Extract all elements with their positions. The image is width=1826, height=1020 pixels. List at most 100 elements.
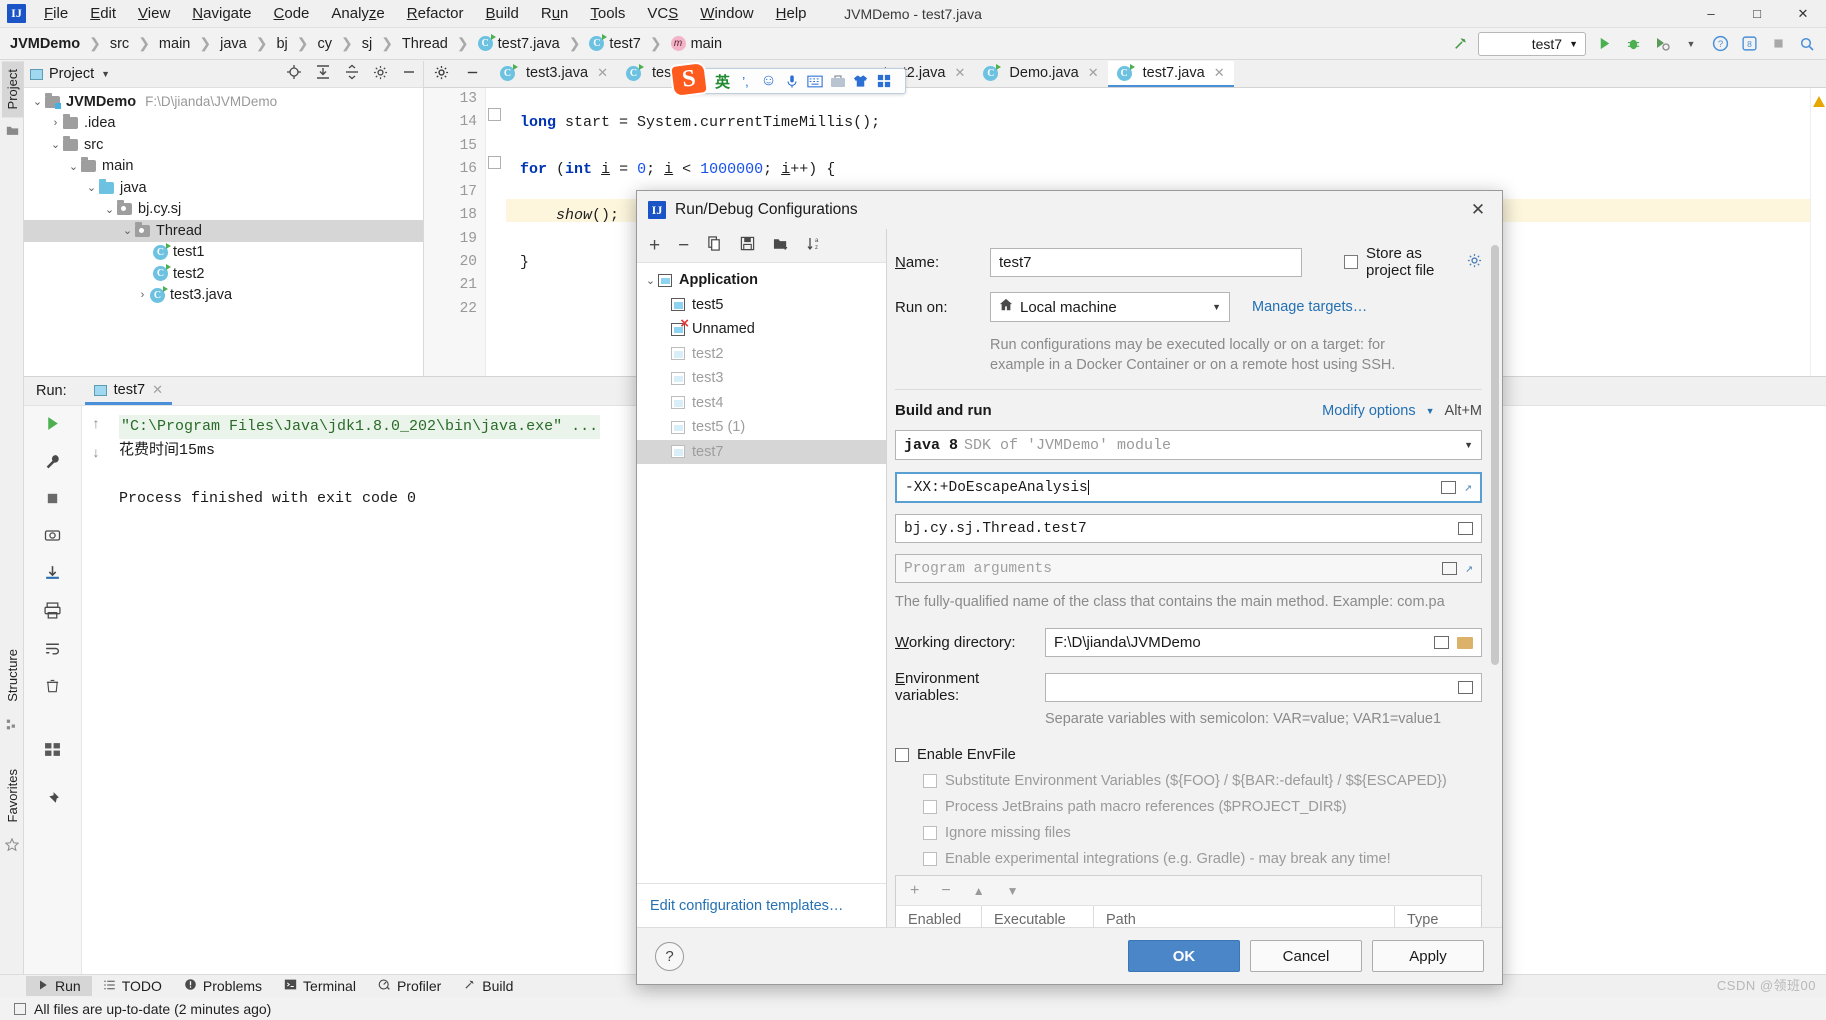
breadcrumb-test7-java[interactable]: C test7.java [476, 34, 562, 54]
voice-icon[interactable] [782, 72, 801, 91]
minimize-button[interactable]: – [1688, 0, 1734, 28]
name-input[interactable]: test7 [990, 247, 1302, 277]
tree-row-idea[interactable]: › .idea [24, 113, 423, 135]
debug-icon[interactable] [1622, 33, 1644, 55]
expand-editor-icon[interactable] [1442, 562, 1458, 575]
keyboard-icon[interactable] [805, 72, 824, 91]
ok-button[interactable]: OK [1128, 940, 1240, 972]
breadcrumb-src[interactable]: src [108, 34, 131, 54]
config-item-test3[interactable]: test3 [637, 366, 886, 391]
warning-icon[interactable] [1812, 96, 1825, 107]
help-icon[interactable]: ? [1709, 33, 1731, 55]
rail-tab-structure[interactable]: Structure [2, 641, 23, 710]
dialog-scrollbar[interactable] [1491, 245, 1499, 665]
menu-window[interactable]: Window [689, 2, 764, 25]
chevron-down-icon[interactable]: ▼ [1212, 302, 1221, 312]
settings-icon[interactable] [434, 65, 449, 84]
menu-run[interactable]: Run [530, 2, 580, 25]
menu-refactor[interactable]: Refactor [396, 2, 475, 25]
gear-icon[interactable] [1467, 253, 1482, 271]
tree-row-main[interactable]: ⌄ main [24, 156, 423, 178]
add-icon[interactable]: + [910, 882, 919, 900]
close-icon[interactable]: ✕ [152, 382, 163, 398]
tree-row-package-bjcysj[interactable]: ⌄ bj.cy.sj [24, 199, 423, 221]
emoji-icon[interactable]: ☺ [759, 72, 778, 91]
bottom-tab-run[interactable]: Run [26, 976, 92, 996]
environment-variables-input[interactable] [1045, 672, 1482, 702]
config-item-test4[interactable]: test4 [637, 391, 886, 416]
chevron-down-icon[interactable]: ▼ [1426, 406, 1435, 416]
bottom-tab-terminal[interactable]: Terminal [273, 976, 367, 996]
collapse-all-icon[interactable] [344, 64, 360, 84]
copy-icon[interactable] [707, 236, 722, 255]
process-path-macros-checkbox[interactable] [923, 800, 937, 814]
notifications-icon[interactable]: 8 [1738, 33, 1760, 55]
camera-icon[interactable] [44, 527, 61, 547]
remove-icon[interactable]: − [941, 882, 950, 900]
dialog-close-button[interactable]: ✕ [1465, 197, 1491, 223]
run-tab-test7[interactable]: test7 ✕ [84, 377, 172, 405]
chevron-down-icon[interactable]: ▼ [101, 69, 110, 79]
configurations-list[interactable]: ⌄ Application test5 Unnamed test2 [637, 263, 886, 883]
bottom-tab-todo[interactable]: TODO [92, 976, 173, 996]
tree-row-test1[interactable]: C test1 [24, 242, 423, 264]
menu-analyze[interactable]: Analyze [320, 2, 395, 25]
menu-code[interactable]: Code [263, 2, 321, 25]
add-icon[interactable]: + [649, 235, 660, 257]
move-up-icon[interactable]: ▲ [973, 884, 985, 898]
browse-folder-icon[interactable] [1457, 636, 1473, 649]
window-controls[interactable]: – □ ✕ [1688, 0, 1826, 28]
expand-all-icon[interactable] [315, 64, 331, 84]
menu-view[interactable]: View [127, 2, 181, 25]
star-icon[interactable] [4, 838, 20, 856]
project-tree[interactable]: ⌄ JVMDemo F:\D\jianda\JVMDemo › .idea ⌄ … [24, 88, 423, 306]
fold-marker-icon[interactable] [488, 156, 501, 169]
chevron-down-icon[interactable]: ⌄ [120, 224, 135, 237]
ime-mode-icon[interactable]: 英 [713, 72, 732, 91]
editor-tab-test7[interactable]: C test7.java ✕ [1107, 61, 1234, 87]
enable-envfile-checkbox[interactable] [895, 748, 909, 762]
stop-icon[interactable] [45, 491, 60, 510]
ignore-missing-files-checkbox[interactable] [923, 826, 937, 840]
soft-wrap-icon[interactable] [44, 640, 61, 661]
run-config-selector[interactable]: test7 ▼ [1478, 31, 1586, 56]
expand-arrows-icon[interactable]: ↗ [1465, 561, 1473, 576]
run-with-coverage-icon[interactable] [1651, 33, 1673, 55]
manage-targets-link[interactable]: Manage targets… [1252, 299, 1367, 315]
chevron-down-icon[interactable]: ⌄ [66, 160, 81, 173]
hide-icon[interactable] [401, 64, 417, 84]
help-button[interactable]: ? [655, 941, 684, 971]
punctuation-icon[interactable]: ’, [736, 72, 755, 91]
expand-arrows-icon[interactable]: ↗ [1464, 480, 1472, 495]
modify-options-link[interactable]: Modify options [1322, 403, 1416, 419]
tree-row-java[interactable]: ⌄ java [24, 177, 423, 199]
breadcrumb-main[interactable]: main [157, 34, 192, 54]
browse-class-icon[interactable] [1458, 522, 1473, 535]
breadcrumb-cy[interactable]: cy [315, 34, 334, 54]
move-down-icon[interactable]: ▼ [1007, 884, 1019, 898]
config-group-application[interactable]: ⌄ Application [637, 268, 886, 293]
program-arguments-input[interactable]: Program arguments ↗ [895, 554, 1482, 583]
breadcrumb-thread[interactable]: Thread [400, 34, 450, 54]
main-menu[interactable]: File Edit View Navigate Code Analyze Ref… [33, 2, 818, 25]
chevron-right-icon[interactable]: › [48, 117, 63, 129]
rail-tab-favorites[interactable]: Favorites [2, 761, 23, 830]
search-icon[interactable] [1796, 33, 1818, 55]
bottom-tab-problems[interactable]: Problems [173, 976, 273, 996]
chevron-down-icon[interactable]: ⌄ [84, 181, 99, 194]
breadcrumb-bj[interactable]: bj [274, 34, 289, 54]
browse-env-icon[interactable] [1458, 680, 1473, 694]
chevron-down-icon[interactable]: ⌄ [48, 138, 63, 151]
wrench-icon[interactable] [44, 453, 61, 474]
close-icon[interactable]: ✕ [1214, 65, 1225, 81]
substitute-env-vars-row[interactable]: Substitute Environment Variables (${FOO}… [923, 773, 1482, 789]
close-icon[interactable]: ✕ [955, 65, 966, 81]
folder-icon[interactable] [6, 123, 19, 140]
run-on-combo[interactable]: Local machine ▼ [990, 292, 1230, 322]
enable-envfile-row[interactable]: Enable EnvFile [895, 747, 1482, 763]
menu-edit[interactable]: Edit [79, 2, 127, 25]
minimize-icon[interactable] [465, 65, 480, 84]
breadcrumb-jvmdemo[interactable]: JVMDemo [8, 34, 82, 54]
ime-toolbar[interactable]: S 英 ’, ☺ [669, 60, 906, 99]
structure-icon[interactable] [6, 718, 19, 735]
